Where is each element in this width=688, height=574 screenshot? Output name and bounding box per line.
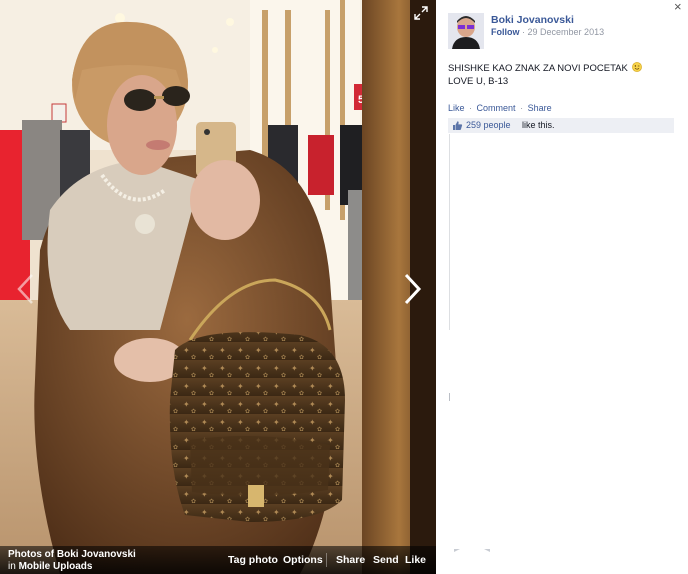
action-separator: · <box>520 103 524 113</box>
album-source: in Mobile Uploads <box>8 561 92 572</box>
caption-line-2: LOVE U, B-13 <box>448 76 509 87</box>
fullscreen-icon[interactable] <box>414 6 428 20</box>
resize-corner-icon <box>454 549 460 552</box>
options-button[interactable]: Options <box>283 554 323 566</box>
scroll-indicator <box>449 393 450 401</box>
photo-image: ✦ ✿ 50 <box>0 0 436 574</box>
post-actions: Like · Comment · Share <box>448 103 552 113</box>
chevron-right-icon[interactable] <box>398 272 426 306</box>
wink-smiley-icon <box>632 62 643 72</box>
post-details-panel: × Boki Jovanovski Follow · 29 December 2… <box>436 0 688 574</box>
send-button[interactable]: Send <box>373 554 399 566</box>
album-owner-link[interactable]: Photos of Boki Jovanovski <box>8 549 136 560</box>
post-date[interactable]: 29 December 2013 <box>528 27 605 37</box>
close-icon[interactable]: × <box>674 0 682 14</box>
album-prefix: in <box>8 561 16 572</box>
comment-link[interactable]: Comment <box>477 103 516 113</box>
bar-divider <box>326 553 327 567</box>
like-photo-button[interactable]: Like <box>405 554 426 566</box>
caption-line-1: SHISHKE KAO ZNAK ZA NOVI POCETAK <box>448 63 628 74</box>
author-name-link[interactable]: Boki Jovanovski <box>491 14 574 26</box>
follow-button[interactable]: Follow <box>491 27 520 37</box>
action-separator: · <box>469 103 473 113</box>
share-link[interactable]: Share <box>528 103 552 113</box>
avatar-image <box>448 13 484 49</box>
tag-photo-button[interactable]: Tag photo <box>228 554 278 566</box>
chevron-left-icon[interactable] <box>12 272 40 306</box>
thumbs-up-icon <box>453 121 463 130</box>
comment-thread-line <box>449 134 450 330</box>
resize-corner-icon <box>484 549 490 552</box>
post-meta: Follow · 29 December 2013 <box>491 27 604 37</box>
likes-suffix: like this. <box>522 120 555 130</box>
photo-stage: ✦ ✿ 50 <box>0 0 436 574</box>
post-caption: SHISHKE KAO ZNAK ZA NOVI POCETAK LOVE U,… <box>448 62 676 88</box>
meta-separator: · <box>522 27 526 37</box>
like-link[interactable]: Like <box>448 103 465 113</box>
album-name-link[interactable]: Mobile Uploads <box>19 561 93 572</box>
photo-action-bar: Photos of Boki Jovanovski in Mobile Uplo… <box>0 546 436 574</box>
share-button[interactable]: Share <box>336 554 365 566</box>
likes-count-link[interactable]: 259 people <box>466 120 511 130</box>
likes-summary: 259 people like this. <box>448 118 674 133</box>
avatar[interactable] <box>448 13 484 49</box>
